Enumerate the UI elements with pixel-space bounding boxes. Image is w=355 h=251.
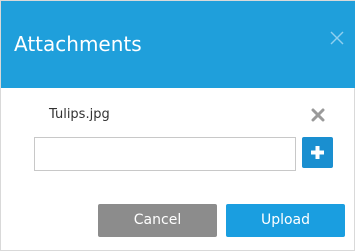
- remove-attachment-button[interactable]: [311, 108, 325, 122]
- add-file-button[interactable]: [302, 137, 333, 168]
- dialog-title: Attachments: [14, 32, 142, 56]
- attachment-file-name: Tulips.jpg: [49, 107, 110, 122]
- plus-icon: [311, 146, 324, 159]
- attachments-dialog: Attachments Tulips.jpg Cancel Upload: [0, 0, 355, 251]
- close-button[interactable]: [328, 29, 346, 47]
- dialog-header: Attachments: [1, 1, 355, 88]
- close-icon: [330, 31, 344, 45]
- remove-icon: [311, 108, 325, 122]
- upload-button[interactable]: Upload: [226, 204, 345, 237]
- cancel-button[interactable]: Cancel: [98, 204, 217, 237]
- file-input[interactable]: [34, 137, 296, 171]
